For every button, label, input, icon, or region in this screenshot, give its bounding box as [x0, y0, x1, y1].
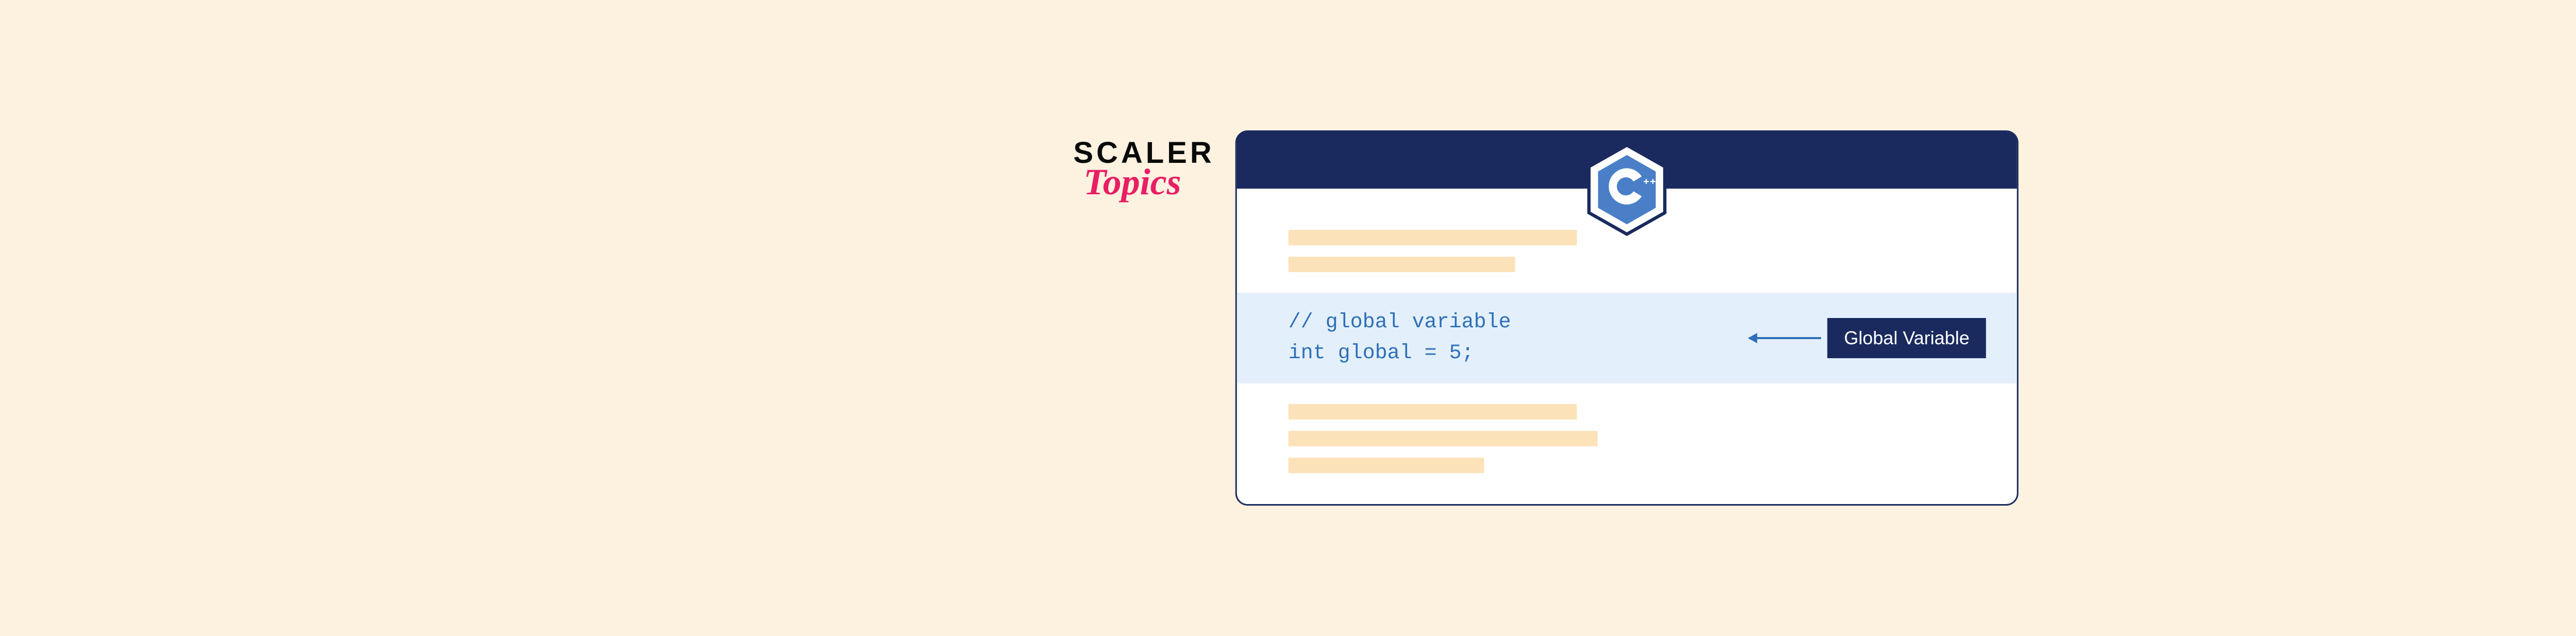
code-placeholder-line	[1289, 458, 1484, 473]
code-placeholder-line	[1289, 431, 1598, 446]
cpp-language-badge: + +	[1586, 143, 1668, 236]
arrow-pointer	[1749, 337, 1821, 339]
highlighted-code-section: // global variable int global = 5; Globa…	[1237, 293, 2017, 383]
diagram-container: SCALER Topics + + // global variable int…	[1073, 130, 2018, 506]
hexagon-icon: + +	[1586, 143, 1668, 236]
code-window: + + // global variable int global = 5; G…	[1235, 130, 2019, 506]
code-declaration: int global = 5;	[1289, 342, 1474, 365]
global-variable-label: Global Variable	[1827, 318, 1986, 358]
code-placeholder-line	[1289, 230, 1577, 245]
scaler-topics-logo: SCALER Topics	[1073, 136, 1214, 204]
arrow-head-icon	[1748, 333, 1757, 343]
code-placeholder-line	[1289, 257, 1515, 272]
svg-text:+: +	[1643, 176, 1649, 187]
code-placeholder-line	[1289, 404, 1577, 420]
svg-text:+: +	[1650, 176, 1656, 187]
code-snippet: // global variable int global = 5;	[1289, 307, 1511, 369]
code-comment: // global variable	[1289, 311, 1511, 334]
